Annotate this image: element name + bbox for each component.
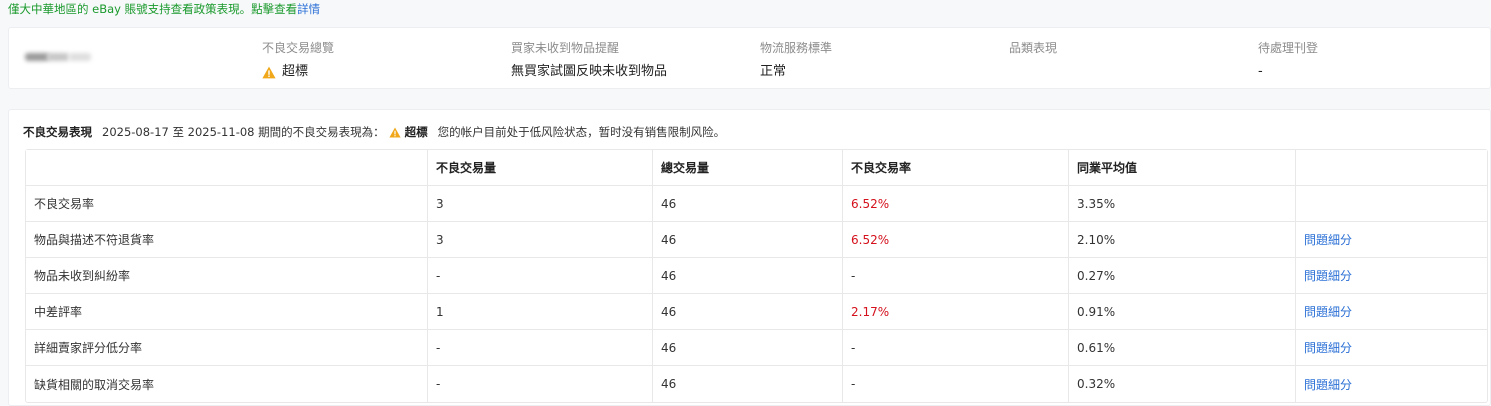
total-count: 46 bbox=[653, 222, 843, 258]
defect-rate: 2.17% bbox=[843, 294, 1069, 330]
summary-value: 超標 bbox=[262, 62, 334, 82]
performance-period: 2025-08-17 至 2025-11-08 期間的不良交易表現為： bbox=[102, 125, 385, 139]
policy-notice-text: 僅大中華地區的 eBay 賬號支持查看政策表現。點擊查看 bbox=[8, 2, 298, 16]
peer-average: 0.32% bbox=[1069, 366, 1296, 402]
peer-average: 0.91% bbox=[1069, 294, 1296, 330]
total-count: 46 bbox=[653, 294, 843, 330]
defect-metrics-table: 不良交易量 總交易量 不良交易率 同業平均值 不良交易率 3 46 6.52% 3.35… bbox=[25, 149, 1488, 403]
summary-label: 待處理刊登 bbox=[1258, 41, 1319, 55]
defect-count: 3 bbox=[428, 186, 653, 222]
policy-notice: 僅大中華地區的 eBay 賬號支持查看政策表現。點擊查看詳情 bbox=[8, 1, 320, 17]
summary-value: 正常 bbox=[760, 64, 787, 79]
defect-rate: - bbox=[843, 366, 1069, 402]
column-header bbox=[26, 150, 428, 186]
metric-name: 物品與描述不符退貨率 bbox=[26, 222, 428, 258]
summary-col-shipping: 物流服務標準 正常 bbox=[760, 40, 832, 82]
summary-value: - bbox=[1258, 64, 1263, 79]
metric-name: 中差評率 bbox=[26, 294, 428, 330]
column-header-peer-avg: 同業平均值 bbox=[1069, 150, 1296, 186]
breakdown-cell: 問題細分 bbox=[1296, 330, 1487, 366]
summary-label: 物流服務標準 bbox=[760, 41, 833, 55]
total-count: 46 bbox=[653, 366, 843, 402]
metric-name: 不良交易率 bbox=[26, 186, 428, 222]
summary-label: 不良交易總覽 bbox=[262, 41, 335, 55]
warning-icon bbox=[262, 66, 276, 79]
column-header-defects: 不良交易量 bbox=[428, 150, 653, 186]
defect-rate: 6.52% bbox=[843, 186, 1069, 222]
details-link[interactable]: 詳情 bbox=[297, 2, 320, 16]
defect-count: 3 bbox=[428, 222, 653, 258]
defect-count: 1 bbox=[428, 294, 653, 330]
table-row: 物品未收到糾紛率 -46-0.27% 問題細分 bbox=[26, 258, 1487, 294]
breakdown-cell: 問題細分 bbox=[1296, 366, 1487, 402]
defect-rate: - bbox=[843, 258, 1069, 294]
metric-name: 缺貨相關的取消交易率 bbox=[26, 366, 428, 402]
defect-performance-card: 不良交易表現 2025-08-17 至 2025-11-08 期間的不良交易表現… bbox=[8, 109, 1491, 406]
metric-name: 詳細賣家評分低分率 bbox=[26, 330, 428, 366]
issue-breakdown-link[interactable]: 問題細分 bbox=[1304, 341, 1352, 355]
peer-average: 0.27% bbox=[1069, 258, 1296, 294]
column-header-rate: 不良交易率 bbox=[843, 150, 1069, 186]
account-name-blurred bbox=[25, 49, 95, 63]
table-row: 詳細賣家評分低分率 -46-0.61% 問題細分 bbox=[26, 330, 1487, 366]
summary-label: 品類表現 bbox=[1009, 41, 1058, 55]
summary-col-defect-overview: 不良交易總覽 超標 bbox=[262, 40, 334, 82]
issue-breakdown-link[interactable]: 問題細分 bbox=[1304, 305, 1352, 319]
defect-rate: - bbox=[843, 330, 1069, 366]
peer-average: 2.10% bbox=[1069, 222, 1296, 258]
warning-icon bbox=[389, 127, 401, 138]
performance-status: 超標 bbox=[404, 125, 428, 139]
summary-col-pending-listings: 待處理刊登 - bbox=[1258, 40, 1318, 82]
total-count: 46 bbox=[653, 186, 843, 222]
defect-count: - bbox=[428, 258, 653, 294]
table-row: 中差評率 1 46 2.17% 0.91% 問題細分 bbox=[26, 294, 1487, 330]
total-count: 46 bbox=[653, 330, 843, 366]
summary-col-category: 品類表現 bbox=[1009, 40, 1057, 82]
performance-status-note: 您的帐户目前处于低风险状态，暂时没有销售限制风险。 bbox=[437, 125, 726, 139]
breakdown-cell bbox=[1296, 186, 1487, 222]
defect-rate: 6.52% bbox=[843, 222, 1069, 258]
table-row: 物品與描述不符退貨率 3 46 6.52% 2.10% 問題細分 bbox=[26, 222, 1487, 258]
issue-breakdown-link[interactable]: 問題細分 bbox=[1304, 269, 1352, 283]
table-row: 缺貨相關的取消交易率 -46-0.32% 問題細分 bbox=[26, 366, 1487, 402]
breakdown-cell: 問題細分 bbox=[1296, 222, 1487, 258]
summary-value: 無買家試圖反映未收到物品 bbox=[511, 64, 668, 79]
metric-name: 物品未收到糾紛率 bbox=[26, 258, 428, 294]
breakdown-cell: 問題細分 bbox=[1296, 258, 1487, 294]
peer-average: 3.35% bbox=[1069, 186, 1296, 222]
table-header-row: 不良交易量 總交易量 不良交易率 同業平均值 bbox=[26, 150, 1487, 186]
defect-count: - bbox=[428, 366, 653, 402]
total-count: 46 bbox=[653, 258, 843, 294]
issue-breakdown-link[interactable]: 問題細分 bbox=[1304, 378, 1352, 392]
performance-title: 不良交易表現 bbox=[23, 125, 92, 139]
account-summary-card: 不良交易總覽 超標 買家未收到物品提醒 無買家試圖反映未收到物品 物流服務標準 … bbox=[8, 27, 1491, 89]
column-header-total: 總交易量 bbox=[653, 150, 843, 186]
peer-average: 0.61% bbox=[1069, 330, 1296, 366]
defect-count: - bbox=[428, 330, 653, 366]
breakdown-cell: 問題細分 bbox=[1296, 294, 1487, 330]
summary-label: 買家未收到物品提醒 bbox=[511, 41, 620, 55]
summary-value bbox=[1009, 62, 1057, 82]
performance-header: 不良交易表現 2025-08-17 至 2025-11-08 期間的不良交易表現… bbox=[23, 124, 725, 140]
issue-breakdown-link[interactable]: 問題細分 bbox=[1304, 233, 1352, 247]
column-header bbox=[1296, 150, 1487, 186]
defect-overview-status: 超標 bbox=[282, 64, 309, 79]
summary-col-inr: 買家未收到物品提醒 無買家試圖反映未收到物品 bbox=[511, 40, 667, 82]
table-row: 不良交易率 3 46 6.52% 3.35% bbox=[26, 186, 1487, 222]
